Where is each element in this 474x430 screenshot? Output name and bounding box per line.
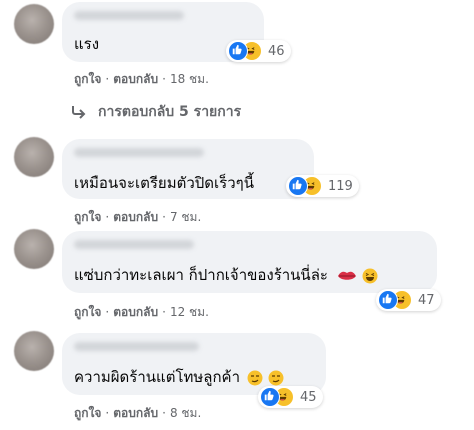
author-name-blurred[interactable] [74, 342, 199, 351]
view-replies-link[interactable]: การตอบกลับ 5 รายการ [70, 101, 241, 123]
like-link[interactable]: ถูกใจ [74, 305, 101, 319]
comment-text: แซ่บกว่าทะเลเผา ก็ปากเจ้าของร้านนี่ล่ะ [74, 265, 378, 285]
comment-text-content: แซ่บกว่าทะเลเผา ก็ปากเจ้าของร้านนี่ล่ะ [74, 266, 328, 284]
reply-link[interactable]: ตอบกลับ [113, 210, 158, 224]
smirk-emoji-icon [247, 370, 263, 385]
reply-link[interactable]: ตอบกลับ [113, 406, 158, 420]
comment-actions: ถูกใจ · ตอบกลับ · 18 ชม. [74, 72, 209, 86]
like-reaction-icon [260, 387, 280, 407]
reaction-count: 45 [300, 389, 317, 405]
timestamp[interactable]: 12 ชม. [170, 305, 209, 319]
like-link[interactable]: ถูกใจ [74, 406, 101, 420]
avatar[interactable] [14, 331, 54, 371]
like-reaction-icon [378, 290, 398, 310]
comment-actions: ถูกใจ · ตอบกลับ · 12 ชม. [74, 305, 209, 319]
reaction-count: 46 [268, 43, 285, 59]
reaction-summary[interactable]: 119 [286, 175, 359, 197]
comment-text-content: ความผิดร้านแต่โทษลูกค้า [74, 368, 241, 386]
avatar[interactable] [14, 4, 54, 44]
reaction-count: 47 [418, 292, 435, 308]
like-link[interactable]: ถูกใจ [74, 72, 101, 86]
reaction-summary[interactable]: 47 [376, 289, 441, 311]
comment-actions: ถูกใจ · ตอบกลับ · 7 ชม. [74, 210, 202, 224]
author-name-blurred[interactable] [74, 148, 204, 157]
haha-emoji-icon [362, 268, 378, 283]
timestamp[interactable]: 7 ชม. [170, 210, 201, 224]
comment-actions: ถูกใจ · ตอบกลับ · 8 ชม. [74, 406, 202, 420]
avatar[interactable] [14, 137, 54, 177]
like-reaction-icon [288, 176, 308, 196]
reaction-summary[interactable]: 45 [258, 386, 323, 408]
comment-text: เหมือนจะเตรียมตัวปิดเร็วๆนี้ [74, 174, 254, 192]
comment-text: ความผิดร้านแต่โทษลูกค้า [74, 367, 284, 387]
comment-bubble: แซ่บกว่าทะเลเผา ก็ปากเจ้าของร้านนี่ล่ะ [62, 231, 437, 293]
reply-link[interactable]: ตอบกลับ [113, 305, 158, 319]
author-name-blurred[interactable] [74, 240, 194, 249]
reply-link[interactable]: ตอบกลับ [113, 72, 158, 86]
timestamp[interactable]: 18 ชม. [170, 72, 209, 86]
timestamp[interactable]: 8 ชม. [170, 406, 201, 420]
lips-emoji-icon [337, 271, 356, 280]
reaction-summary[interactable]: 46 [226, 40, 291, 62]
like-link[interactable]: ถูกใจ [74, 210, 101, 224]
reply-arrow-icon [72, 106, 86, 119]
replies-count-label: การตอบกลับ 5 รายการ [98, 104, 242, 120]
smirk-emoji-icon [268, 370, 284, 385]
author-name-blurred[interactable] [74, 11, 184, 20]
like-reaction-icon [228, 41, 248, 61]
avatar[interactable] [14, 229, 54, 269]
comment-text: แรง [74, 35, 100, 53]
comment-bubble: เหมือนจะเตรียมตัวปิดเร็วๆนี้ [62, 139, 314, 199]
reaction-count: 119 [328, 178, 353, 194]
